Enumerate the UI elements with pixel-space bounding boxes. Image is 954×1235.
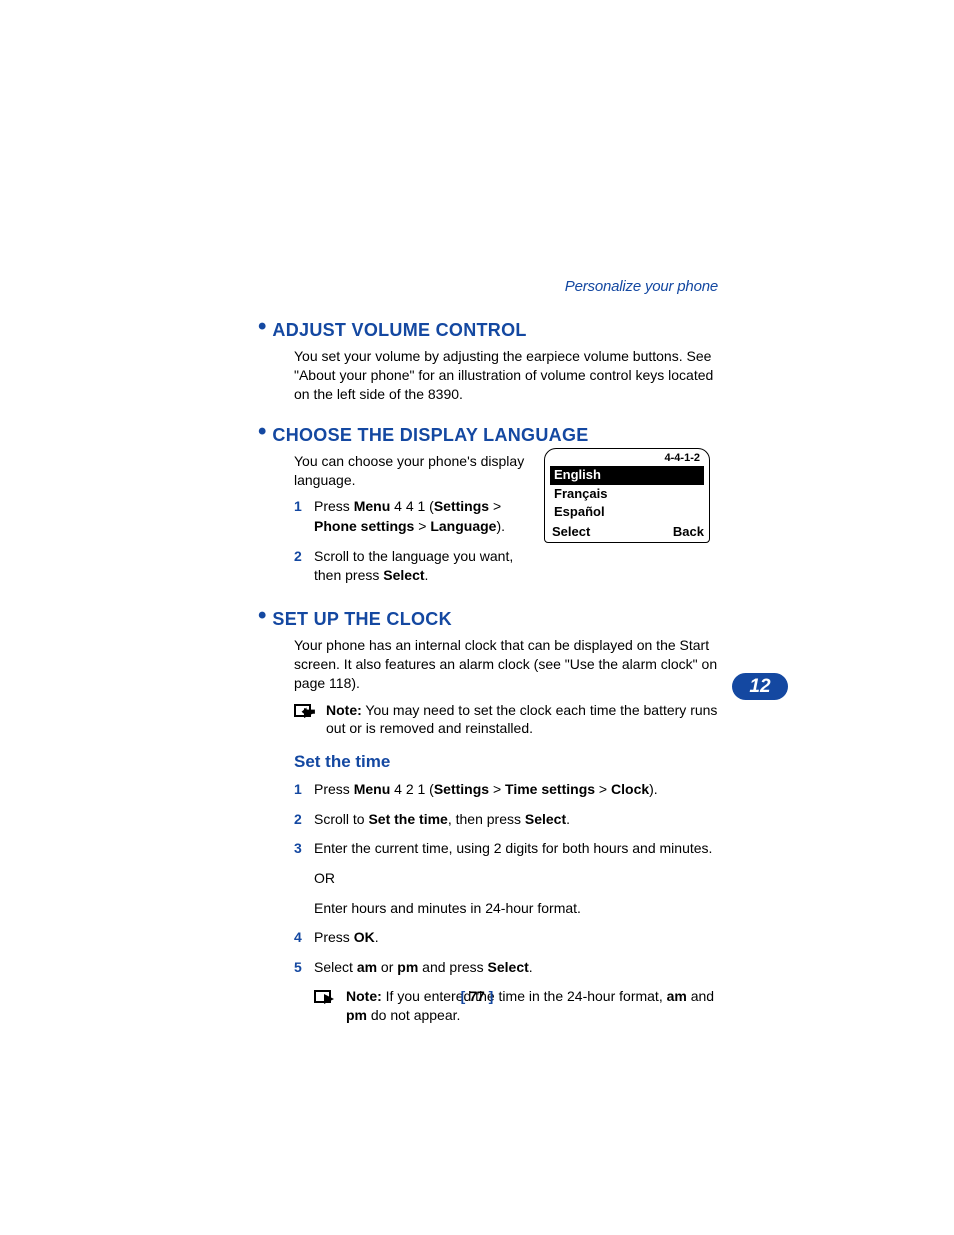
bullet-icon: •: [258, 420, 266, 444]
step-item: 2 Scroll to the language you want, then …: [294, 547, 544, 586]
step-text: Press Menu 4 2 1 (Settings > Time settin…: [314, 780, 718, 800]
lang-option: Français: [550, 485, 704, 504]
section-title-clock: • SET UP THE CLOCK: [258, 606, 718, 630]
step-item: 1 Press Menu 4 4 1 (Settings > Phone set…: [294, 497, 544, 536]
bullet-icon: •: [258, 315, 266, 339]
section-title-language: • CHOOSE THE DISPLAY LANGUAGE: [258, 422, 718, 446]
section-heading: ADJUST VOLUME CONTROL: [272, 320, 526, 341]
step-list: 1 Press Menu 4 2 1 (Settings > Time sett…: [294, 780, 718, 977]
chapter-tab: 12: [732, 673, 788, 700]
step-number: 1: [294, 497, 314, 536]
step-text: Enter the current time, using 2 digits f…: [314, 839, 718, 918]
softkey-row: Select Back: [550, 522, 704, 539]
lang-option-selected: English: [550, 466, 704, 485]
step-text: Press OK.: [314, 928, 718, 948]
step-number: 5: [294, 958, 314, 978]
step-list: 1 Press Menu 4 4 1 (Settings > Phone set…: [294, 497, 544, 585]
step-number: 2: [294, 810, 314, 830]
paragraph: You set your volume by adjusting the ear…: [294, 347, 718, 404]
lang-option: Español: [550, 503, 704, 522]
right-softkey-label: Back: [673, 524, 704, 539]
note-icon: [294, 704, 318, 742]
note-text: Note: You may need to set the clock each…: [318, 701, 718, 739]
step-number: 1: [294, 780, 314, 800]
note-row: Note: You may need to set the clock each…: [294, 701, 718, 739]
paragraph: You can choose your phone's display lang…: [294, 452, 544, 490]
step-item: 1 Press Menu 4 2 1 (Settings > Time sett…: [294, 780, 718, 800]
step-item: 3 Enter the current time, using 2 digits…: [294, 839, 718, 918]
section-heading: SET UP THE CLOCK: [272, 609, 451, 630]
step-text: Scroll to the language you want, then pr…: [314, 547, 544, 586]
step-number: 3: [294, 839, 314, 918]
step-number: 2: [294, 547, 314, 586]
page-header: Personalize your phone: [276, 278, 718, 295]
step-item: 2 Scroll to Set the time, then press Sel…: [294, 810, 718, 830]
step-text: Press Menu 4 4 1 (Settings > Phone setti…: [314, 497, 544, 536]
section-title-volume: • ADJUST VOLUME CONTROL: [258, 317, 718, 341]
paragraph: Your phone has an internal clock that ca…: [294, 636, 718, 693]
left-softkey-label: Select: [552, 524, 590, 539]
phone-screen-figure: 4-4-1-2 English Français Español Select …: [544, 448, 710, 544]
page-number: [ 77 ]: [0, 988, 954, 1004]
step-text: Select am or pm and press Select.: [314, 958, 718, 978]
menu-path-label: 4-4-1-2: [550, 452, 704, 466]
step-text: Scroll to Set the time, then press Selec…: [314, 810, 718, 830]
document-page: 12 Personalize your phone • ADJUST VOLUM…: [0, 0, 954, 1235]
language-section-body: You can choose your phone's display lang…: [276, 452, 718, 586]
step-item: 4 Press OK.: [294, 928, 718, 948]
bullet-icon: •: [258, 604, 266, 628]
step-number: 4: [294, 928, 314, 948]
content-area: Personalize your phone • ADJUST VOLUME C…: [276, 278, 718, 1035]
section-heading: CHOOSE THE DISPLAY LANGUAGE: [272, 425, 588, 446]
step-item: 5 Select am or pm and press Select.: [294, 958, 718, 978]
subsection-title: Set the time: [294, 752, 718, 772]
